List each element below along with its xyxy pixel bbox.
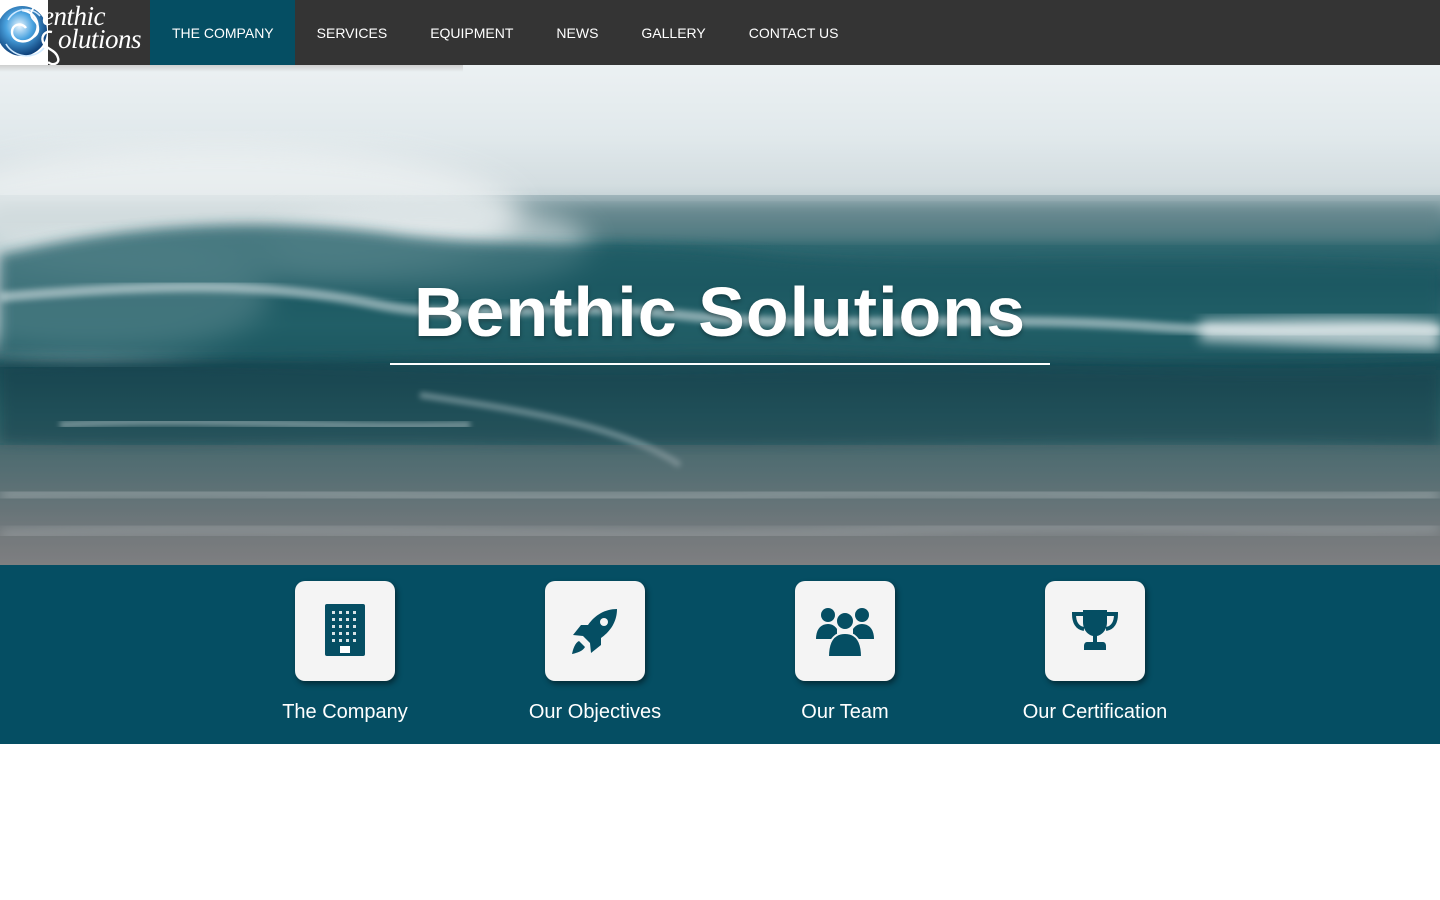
site-logo[interactable]: enthic olutions: [0, 0, 150, 65]
feature-icon-box[interactable]: [795, 581, 895, 681]
feature-label[interactable]: The Company: [220, 700, 470, 724]
nav-item-gallery[interactable]: GALLERY: [619, 0, 726, 65]
feature-label[interactable]: Our Team: [720, 700, 970, 724]
users-icon: [816, 608, 874, 657]
hero-title-underline: [390, 363, 1050, 365]
feature-icon-box[interactable]: [545, 581, 645, 681]
hero-banner: Benthic Solutions: [0, 65, 1440, 565]
feature-label[interactable]: Our Objectives: [470, 700, 720, 724]
feature-band: The Company Our Objectives Our Team Our …: [0, 565, 1440, 744]
logo-text-line2: olutions: [58, 24, 142, 54]
building-icon: [325, 604, 365, 656]
feature-our-certification[interactable]: Our Certification: [970, 581, 1220, 731]
feature-icon-box[interactable]: [295, 581, 395, 681]
feature-our-team[interactable]: Our Team: [720, 581, 970, 731]
nav-item-equipment[interactable]: EQUIPMENT: [408, 0, 534, 65]
top-navbar: enthic olutions THE COMPANY SERVICES EQU…: [0, 0, 1440, 65]
feature-our-objectives[interactable]: Our Objectives: [470, 581, 720, 731]
nav-item-news[interactable]: NEWS: [534, 0, 619, 65]
nav-item-the-company[interactable]: THE COMPANY: [150, 0, 295, 65]
nav-item-services[interactable]: SERVICES: [295, 0, 409, 65]
feature-label[interactable]: Our Certification: [970, 700, 1220, 724]
nav-item-contact-us[interactable]: CONTACT US: [727, 0, 860, 65]
main-nav: THE COMPANY SERVICES EQUIPMENT NEWS GALL…: [150, 0, 859, 65]
feature-icon-box[interactable]: [1045, 581, 1145, 681]
feature-the-company[interactable]: The Company: [220, 581, 470, 731]
trophy-icon: [1071, 610, 1119, 650]
rocket-icon: [572, 609, 617, 654]
nav-shadow-divider: [0, 65, 463, 72]
hero-title: Benthic Solutions: [414, 273, 1026, 351]
